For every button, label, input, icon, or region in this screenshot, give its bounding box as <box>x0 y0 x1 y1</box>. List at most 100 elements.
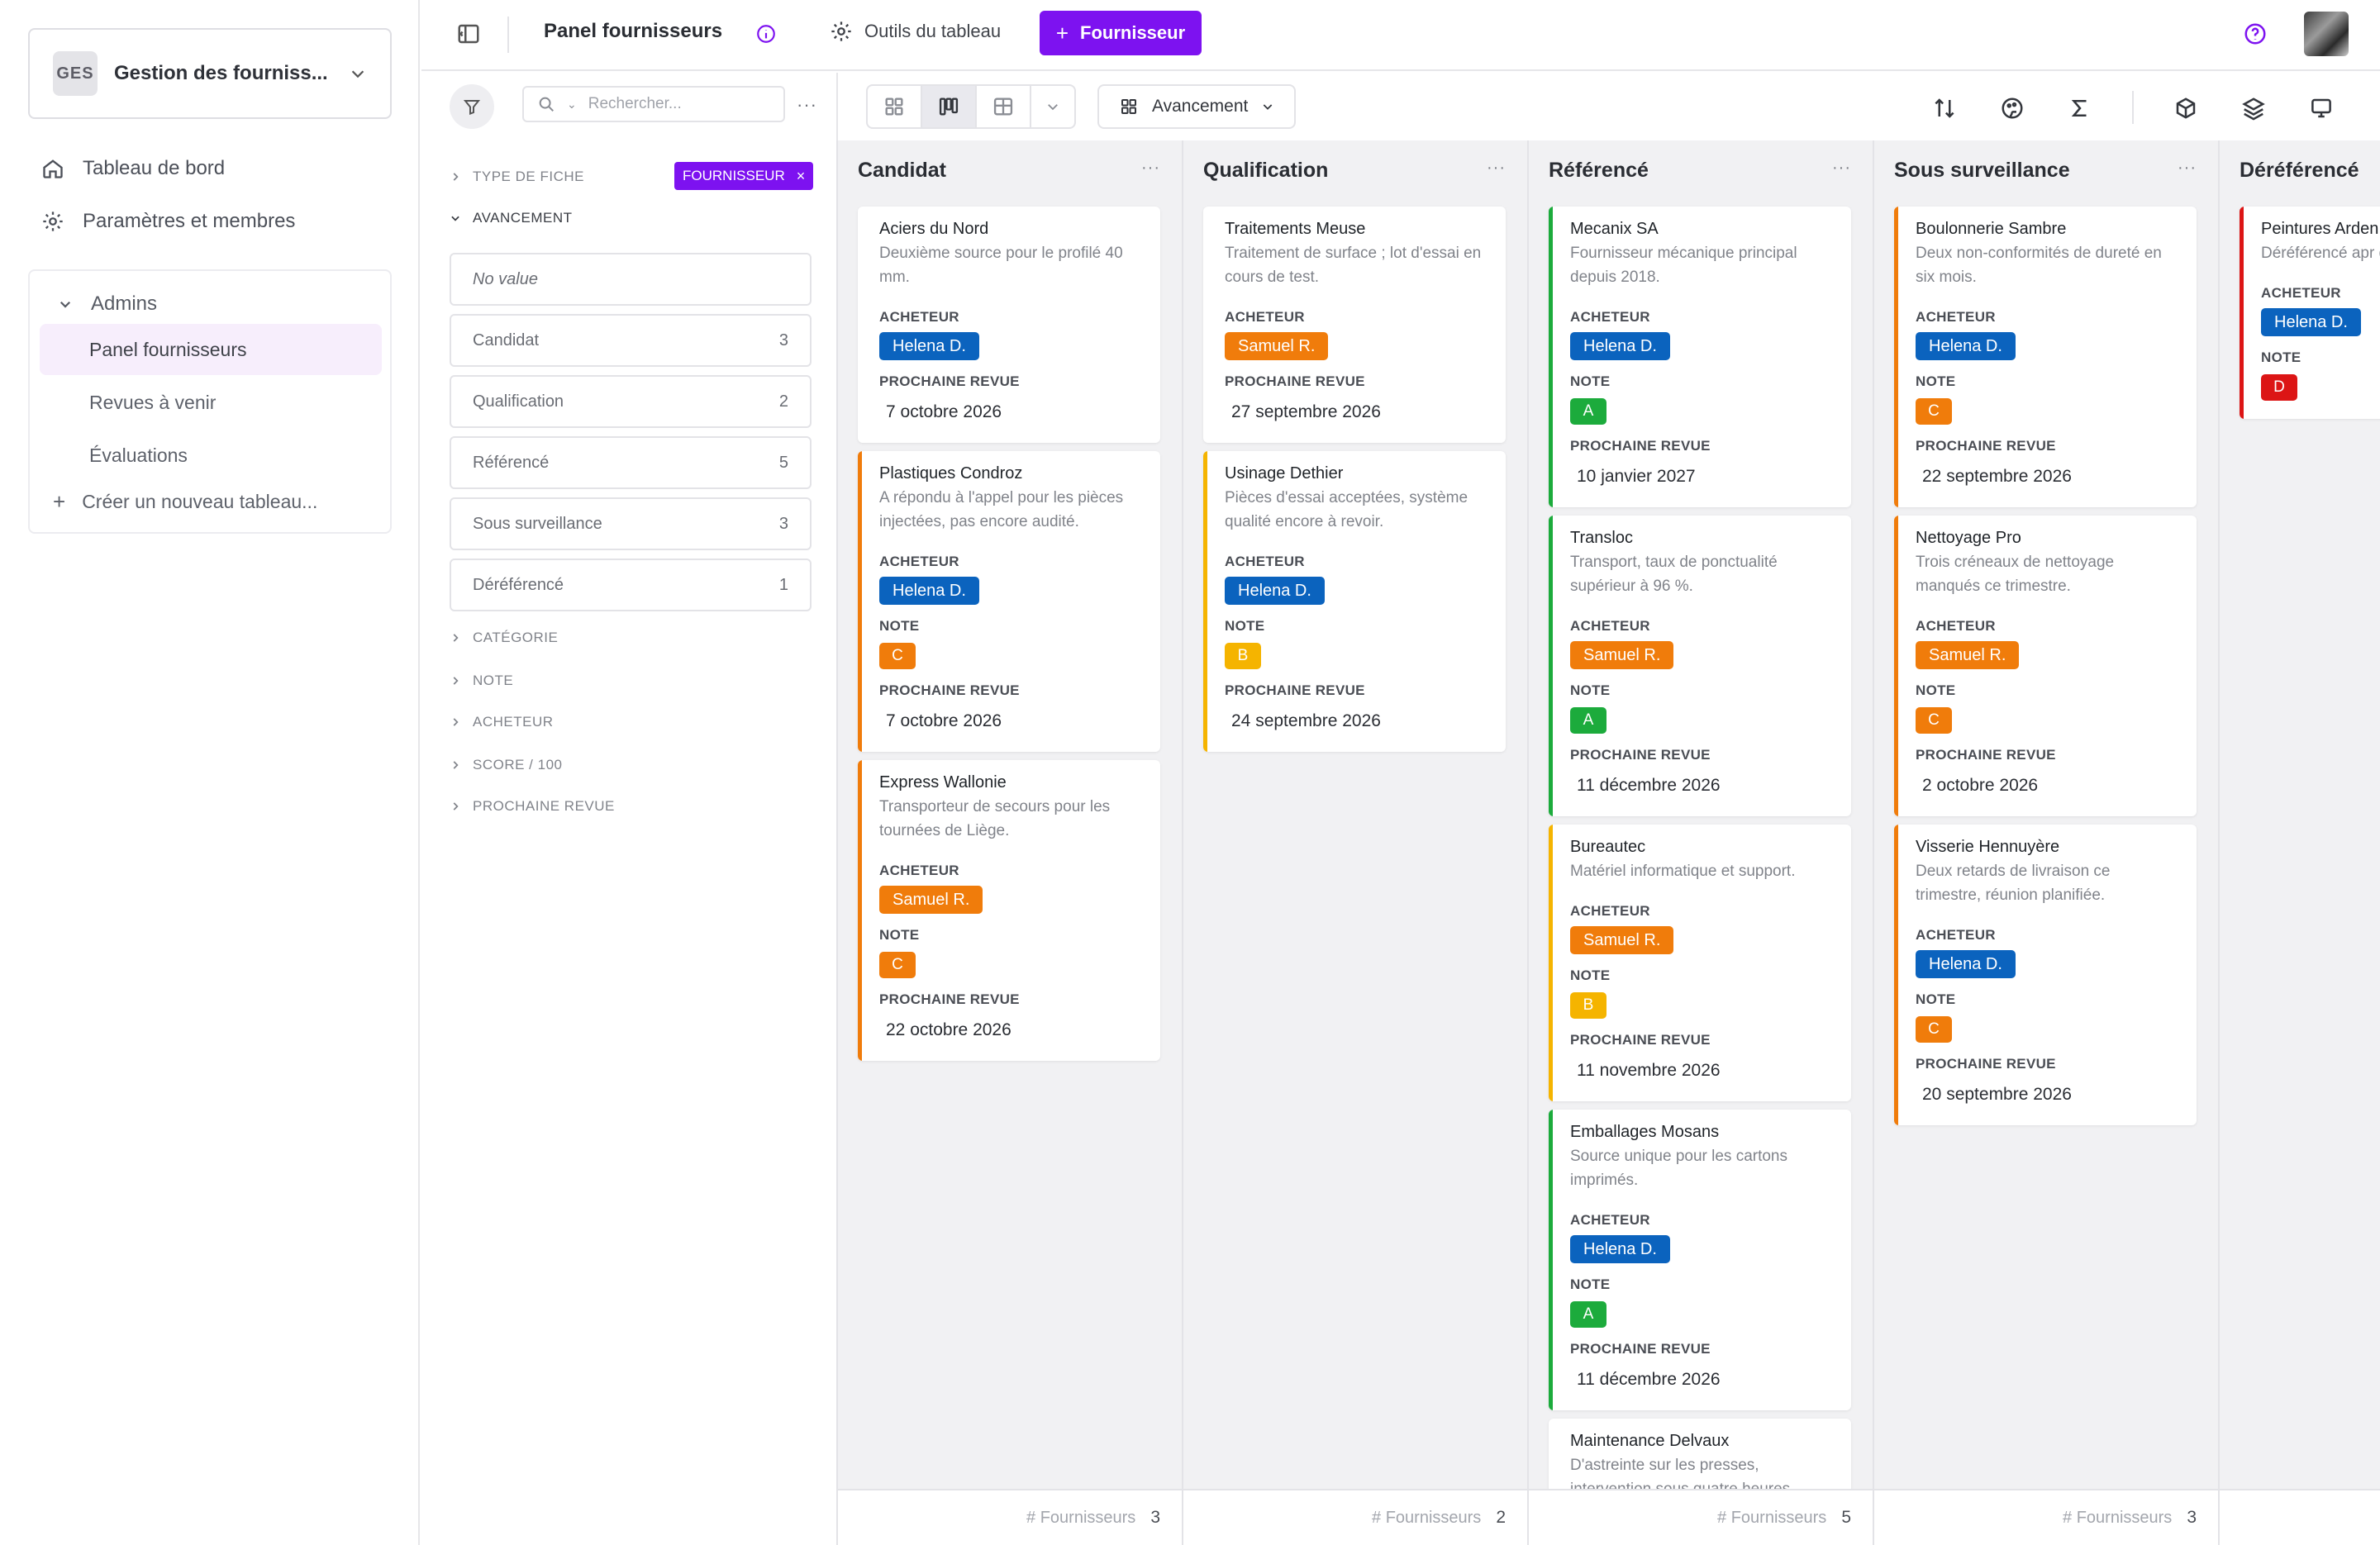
more-options-icon[interactable]: ··· <box>1141 159 1160 178</box>
kanban-column: Sous surveillance ··· Boulonnerie Sambre De… <box>1873 140 2218 1545</box>
supplier-card[interactable]: Transloc Transport, taux de ponctualité s… <box>1549 516 1851 816</box>
more-options-icon[interactable]: ··· <box>2178 159 2197 178</box>
plus-icon: + <box>53 489 66 514</box>
field-label-acheteur: ACHETEUR <box>1570 618 1650 634</box>
option-label: Référencé <box>473 453 550 472</box>
supplier-card[interactable]: Plastiques Condroz A répondu à l'appel po… <box>858 451 1160 752</box>
filter-panel: ⌄ Rechercher... ··· TYPE DE FICHE FOURNI… <box>421 73 838 1545</box>
view-kanban-button[interactable] <box>922 86 977 127</box>
supplier-card[interactable]: Express Wallonie Transporteur de secours … <box>858 760 1160 1061</box>
grade-badge: D <box>2261 374 2297 401</box>
view-switcher <box>866 84 1076 129</box>
view-grid-button[interactable] <box>868 86 922 127</box>
group-icon <box>1121 99 1136 114</box>
more-options-icon[interactable]: ··· <box>1487 159 1506 178</box>
card-title: Bureautec <box>1570 838 1646 856</box>
view-more-button[interactable] <box>1031 86 1074 127</box>
view-table-button[interactable] <box>977 86 1031 127</box>
help-icon[interactable] <box>2243 21 2268 46</box>
filter-option[interactable]: Candidat 3 <box>450 314 812 367</box>
more-options-icon[interactable]: ··· <box>1832 159 1851 178</box>
field-label-acheteur: ACHETEUR <box>2261 285 2341 301</box>
info-icon[interactable] <box>755 23 777 45</box>
admins-toggle[interactable]: Admins <box>58 292 157 316</box>
filter-button[interactable] <box>450 84 494 129</box>
board-panel-fournisseurs[interactable]: Panel fournisseurs <box>40 324 382 375</box>
board-revues[interactable]: Revues à venir <box>40 377 382 428</box>
filter-option[interactable]: Référencé 5 <box>450 436 812 489</box>
filter-section-acheteur[interactable]: ACHETEUR <box>450 714 554 730</box>
supplier-card[interactable]: Aciers du Nord Deuxième source pour le pr… <box>858 207 1160 443</box>
grade-badge: C <box>879 952 916 978</box>
filter-section-note[interactable]: NOTE <box>450 673 513 689</box>
filter-section-label: AVANCEMENT <box>473 210 573 226</box>
type-filter-chip[interactable]: FOURNISSEUR × <box>674 162 814 190</box>
supplier-card[interactable]: Nettoyage Pro Trois créneaux de nettoyage… <box>1894 516 2197 816</box>
close-icon[interactable]: × <box>797 168 806 185</box>
review-date: 7 octobre 2026 <box>886 402 1002 421</box>
sort-icon[interactable] <box>1932 96 1957 121</box>
search-field[interactable]: ⌄ Rechercher... <box>522 86 785 122</box>
grade-badge: A <box>1570 398 1606 425</box>
grade-wrap: C <box>879 945 1140 978</box>
card-title: Traitements Meuse <box>1225 220 1366 238</box>
workspace-name: Gestion des fourniss... <box>114 62 328 84</box>
workspace-switcher[interactable]: GES Gestion des fourniss... <box>28 28 392 119</box>
sidebar-toggle-icon[interactable] <box>456 21 481 46</box>
create-board-label: Créer un nouveau tableau... <box>82 491 318 512</box>
filter-section-avancement[interactable]: AVANCEMENT <box>450 210 573 226</box>
sum-icon[interactable] <box>2068 96 2092 121</box>
filter-option[interactable]: No value <box>450 253 812 306</box>
card-description: Pièces d'essai acceptées, système qualit… <box>1225 489 1468 530</box>
grade-wrap: B <box>1570 986 1831 1019</box>
grade-wrap: D <box>2261 368 2380 401</box>
nav-settings[interactable]: Paramètres et membres <box>41 205 295 238</box>
option-count: 3 <box>778 330 788 349</box>
supplier-card[interactable]: Visserie Hennuyère Deux retards de livrai… <box>1894 825 2197 1125</box>
filter-section-categorie[interactable]: CATÉGORIE <box>450 630 558 646</box>
supplier-card[interactable]: Peintures Arden Déréférencé apr d'épaisse… <box>2240 207 2380 419</box>
board-tools-button[interactable]: Outils du tableau <box>830 20 1001 43</box>
supplier-card[interactable]: Boulonnerie Sambre Deux non-conformités d… <box>1894 207 2197 507</box>
chip-label: FOURNISSEUR <box>683 168 785 183</box>
filter-section-type[interactable]: TYPE DE FICHE <box>450 169 584 185</box>
footer-count: 3 <box>2187 1508 2197 1527</box>
supplier-card[interactable]: Traitements Meuse Traitement de surface ;… <box>1203 207 1506 443</box>
supplier-card[interactable]: Bureautec Matériel informatique et suppor… <box>1549 825 1851 1101</box>
field-label-acheteur: ACHETEUR <box>879 309 959 325</box>
card-description: Deux retards de livraison ce trimestre, … <box>1916 863 2111 904</box>
more-options-icon[interactable]: ··· <box>797 94 817 116</box>
filter-option[interactable]: Qualification 2 <box>450 375 812 428</box>
grade-wrap: C <box>1916 392 2177 425</box>
field-label-revue: PROCHAINE REVUE <box>1570 1032 1711 1048</box>
footer-label: # Fournisseurs <box>1026 1508 1136 1527</box>
filter-option[interactable]: Déréférencé 1 <box>450 559 812 611</box>
nav-dashboard[interactable]: Tableau de bord <box>41 152 225 185</box>
filter-option[interactable]: Sous surveillance 3 <box>450 497 812 550</box>
filter-section-score[interactable]: SCORE / 100 <box>450 757 563 773</box>
grade-wrap: A <box>1570 701 1831 734</box>
gear-icon <box>43 212 63 231</box>
review-date: 2 octobre 2026 <box>1922 776 2039 795</box>
monitor-icon[interactable] <box>2309 96 2334 121</box>
filter-section-revue[interactable]: PROCHAINE REVUE <box>450 798 615 815</box>
field-label-note: NOTE <box>879 618 920 634</box>
supplier-card[interactable]: Mecanix SA Fournisseur mécanique principa… <box>1549 207 1851 507</box>
cube-icon[interactable] <box>2173 96 2198 121</box>
card-description: Deuxième source pour le profilé 40 mm. <box>879 245 1123 286</box>
create-board-button[interactable]: + Créer un nouveau tableau... <box>53 489 317 515</box>
supplier-card[interactable]: Usinage Dethier Pièces d'essai acceptées,… <box>1203 451 1506 752</box>
chevron-down-icon[interactable]: ⌄ <box>567 97 577 112</box>
grade-badge: A <box>1570 1301 1606 1328</box>
add-fournisseur-button[interactable]: + Fournisseur <box>1040 11 1202 55</box>
board-evaluations[interactable]: Évaluations <box>40 430 382 481</box>
avatar[interactable] <box>2304 12 2349 56</box>
layers-icon[interactable] <box>2241 96 2266 121</box>
footer-label: # Fournisseurs <box>2063 1508 2173 1527</box>
card-title: Usinage Dethier <box>1225 464 1344 483</box>
field-label-revue: PROCHAINE REVUE <box>879 373 1020 389</box>
palette-icon[interactable] <box>2000 96 2025 121</box>
search-placeholder: Rechercher... <box>588 95 682 112</box>
group-by-select[interactable]: Avancement <box>1097 84 1296 129</box>
supplier-card[interactable]: Emballages Mosans Source unique pour les … <box>1549 1110 1851 1410</box>
